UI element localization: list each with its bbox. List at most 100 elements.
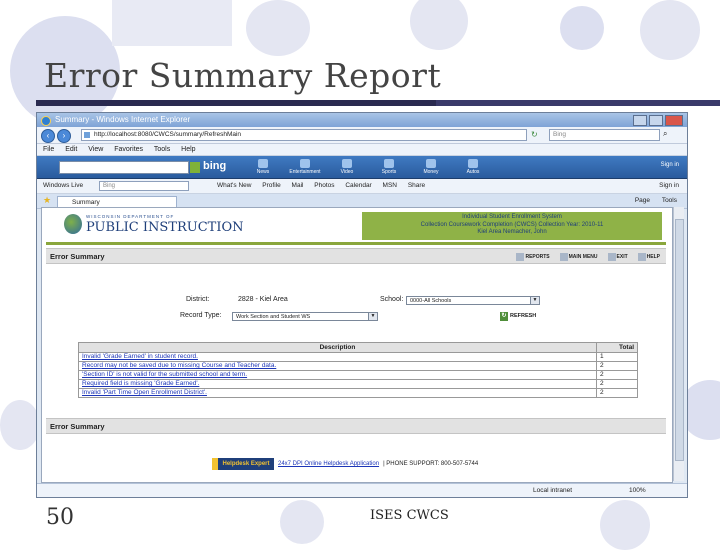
help-link[interactable]: HELP xyxy=(637,249,660,265)
browser-search-input[interactable]: Bing xyxy=(549,129,660,141)
address-toolbar: ‹ › http://localhost:8080/CWCS/summary/R… xyxy=(37,127,687,144)
reports-link[interactable]: REPORTS xyxy=(516,249,550,265)
menu-help[interactable]: Help xyxy=(181,146,195,153)
school-label: School: xyxy=(380,296,404,303)
table-header-row: Description Total xyxy=(78,342,638,353)
dpi-header: WISCONSIN DEPARTMENT OF PUBLIC INSTRUCTI… xyxy=(46,210,666,245)
reports-icon xyxy=(516,252,525,261)
windows-live-search-placeholder: Bing xyxy=(103,183,116,189)
bing-toolbar: bing News Entertainment Video Sports Mon… xyxy=(37,156,687,179)
refresh-icon: ↻ xyxy=(500,312,508,321)
header-description: Description xyxy=(78,342,597,353)
minimize-button[interactable] xyxy=(633,115,647,126)
close-window-button[interactable] xyxy=(665,115,683,126)
error-total: 2 xyxy=(596,388,638,398)
bing-item-autos[interactable]: Autos xyxy=(457,159,489,175)
school-select[interactable]: 0000-All Schools ▼ xyxy=(406,296,540,305)
error-description-link[interactable]: 'Section ID' is not valid for the submit… xyxy=(78,370,597,380)
section-bar-top: Error Summary REPORTS MAIN MENU EXIT HEL… xyxy=(46,248,666,264)
table-row: Invalid 'Grade Earned' in student record… xyxy=(78,352,638,362)
bing-item-sports[interactable]: Sports xyxy=(373,159,405,175)
table-row: Record may not be saved due to missing C… xyxy=(78,361,638,371)
menu-view[interactable]: View xyxy=(88,146,103,153)
maximize-button[interactable] xyxy=(649,115,663,126)
bing-item-news[interactable]: News xyxy=(247,159,279,175)
table-row: Invalid 'Part Time Open Enrollment Distr… xyxy=(78,388,638,398)
wl-photos[interactable]: Photos xyxy=(314,182,334,189)
vertical-scrollbar[interactable] xyxy=(673,207,684,481)
dept-name: PUBLIC INSTRUCTION xyxy=(86,220,244,235)
info-line-2: Collection Coursework Completion (CWCS) … xyxy=(420,221,604,228)
menu-edit[interactable]: Edit xyxy=(65,146,77,153)
address-field[interactable]: http://localhost:8080/CWCS/summary/Refre… xyxy=(81,129,527,141)
favorites-star-icon[interactable]: ★ xyxy=(43,195,51,206)
district-value: 2828 - Kiel Area xyxy=(238,296,288,303)
wl-whats-new[interactable]: What's New xyxy=(217,182,251,189)
menu-tools[interactable]: Tools xyxy=(154,146,170,153)
back-button[interactable]: ‹ xyxy=(41,129,55,143)
forward-button[interactable]: › xyxy=(57,129,71,143)
slide-number: 50 xyxy=(46,505,74,530)
ie-logo-icon xyxy=(41,116,51,126)
bing-signin[interactable]: Sign in xyxy=(661,162,679,168)
menu-file[interactable]: File xyxy=(43,146,54,153)
error-description-link[interactable]: Invalid 'Grade Earned' in student record… xyxy=(78,352,597,362)
info-line-3: Kiel Area Nemacher, John xyxy=(477,229,547,235)
menu-bar: File Edit View Favorites Tools Help xyxy=(37,144,687,156)
security-zone: Local intranet xyxy=(533,487,573,494)
windows-live-toolbar: Windows Live Bing What's New Profile Mai… xyxy=(37,179,687,194)
refresh-page-icon[interactable]: ↻ xyxy=(531,130,538,139)
app-nav-links: REPORTS MAIN MENU EXIT HELP xyxy=(516,249,660,265)
bing-go-button[interactable] xyxy=(190,162,200,173)
menu-favorites[interactable]: Favorites xyxy=(114,146,143,153)
error-total: 2 xyxy=(596,361,638,371)
window-title: Summary - Windows Internet Explorer xyxy=(55,115,191,124)
wl-profile[interactable]: Profile xyxy=(262,182,280,189)
decor-square xyxy=(112,0,232,46)
search-icon[interactable]: ⌕ xyxy=(663,129,667,139)
section-title: Error Summary xyxy=(50,252,105,261)
scrollbar-thumb[interactable] xyxy=(675,219,684,461)
record-type-select[interactable]: Work Section and Student WS ▼ xyxy=(232,312,378,321)
refresh-button[interactable]: ↻ REFRESH xyxy=(500,312,536,321)
decor-circle xyxy=(600,500,650,550)
money-icon xyxy=(426,159,436,168)
wl-signin[interactable]: Sign in xyxy=(659,179,679,193)
status-bar: Local intranet 100% xyxy=(37,483,687,497)
wl-calendar[interactable]: Calendar xyxy=(345,182,371,189)
entertainment-icon xyxy=(300,159,310,168)
helpdesk-link[interactable]: 24x7 DPI Online Helpdesk Application xyxy=(278,461,379,467)
error-description-link[interactable]: Required field is missing 'Grade Earned'… xyxy=(78,379,597,389)
page-content: WISCONSIN DEPARTMENT OF PUBLIC INSTRUCTI… xyxy=(41,207,673,483)
dpi-logo-icon xyxy=(64,214,82,234)
section-bar-bottom: Error Summary xyxy=(46,418,666,434)
bing-search-input[interactable] xyxy=(59,161,200,174)
info-line-1: Individual Student Enrollment System xyxy=(462,214,562,220)
browser-window: Summary - Windows Internet Explorer ‹ › … xyxy=(36,112,688,498)
error-description-link[interactable]: Invalid 'Part Time Open Enrollment Distr… xyxy=(78,388,597,398)
error-description-link[interactable]: Record may not be saved due to missing C… xyxy=(78,361,597,371)
error-summary-table: Description Total Invalid 'Grade Earned'… xyxy=(78,342,638,398)
bing-item-money[interactable]: Money xyxy=(415,159,447,175)
main-menu-link[interactable]: MAIN MENU xyxy=(559,249,598,265)
wl-msn[interactable]: MSN xyxy=(383,182,397,189)
wl-mail[interactable]: Mail xyxy=(292,182,304,189)
bing-item-video[interactable]: Video xyxy=(331,159,363,175)
wl-share[interactable]: Share xyxy=(408,182,425,189)
error-total: 2 xyxy=(596,370,638,380)
exit-link[interactable]: EXIT xyxy=(607,249,628,265)
section-title-2: Error Summary xyxy=(50,422,105,431)
zoom-level[interactable]: 100% xyxy=(629,484,646,497)
slide-footer: ISES CWCS xyxy=(370,508,449,523)
table-row: 'Section ID' is not valid for the submit… xyxy=(78,370,638,380)
bing-items: News Entertainment Video Sports Money Au… xyxy=(247,159,489,175)
decor-circle xyxy=(410,0,468,50)
table-row: Required field is missing 'Grade Earned'… xyxy=(78,379,638,389)
tools-menu[interactable]: Tools xyxy=(662,197,677,204)
bing-item-entertainment[interactable]: Entertainment xyxy=(289,159,321,175)
tab-tools: Page Tools xyxy=(625,197,677,204)
page-menu[interactable]: Page xyxy=(635,197,650,204)
exit-icon xyxy=(607,252,616,261)
autos-icon xyxy=(468,159,478,168)
helpdesk-footer: Helpdesk Expert 24x7 DPI Online Helpdesk… xyxy=(212,458,478,470)
